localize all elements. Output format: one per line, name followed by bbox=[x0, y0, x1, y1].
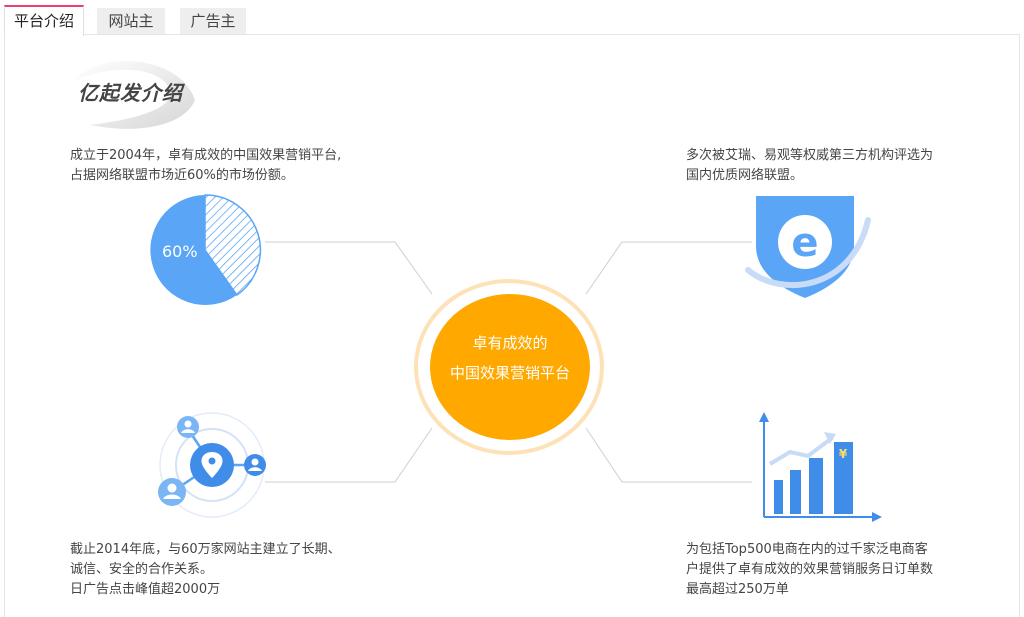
pie-percentage-label: 60% bbox=[162, 242, 198, 261]
center-highlight-circle: 卓有成效的 中国效果营销平台 bbox=[430, 294, 590, 440]
center-line-1: 卓有成效的 bbox=[472, 334, 548, 352]
center-line-2: 中国效果营销平台 bbox=[449, 364, 570, 382]
shield-e-icon: e bbox=[745, 196, 871, 298]
svg-text:e: e bbox=[791, 220, 818, 266]
tab-platform-intro[interactable]: 平台介绍 bbox=[4, 5, 84, 36]
network-location-icon bbox=[158, 412, 266, 518]
bar-chart-growth-icon: ¥ bbox=[759, 412, 882, 522]
currency-symbol: ¥ bbox=[839, 447, 848, 461]
